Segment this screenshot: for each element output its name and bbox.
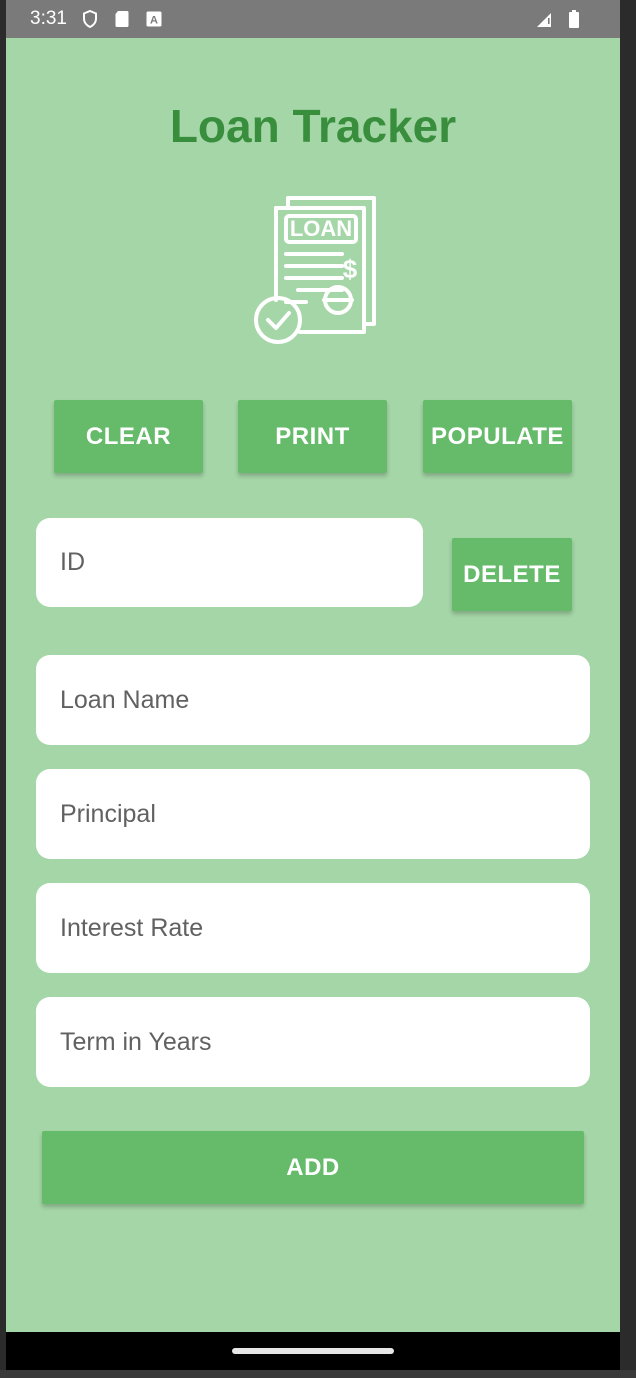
populate-button[interactable]: POPULATE — [423, 400, 572, 473]
logo-text: LOAN — [290, 216, 352, 241]
clear-button[interactable]: CLEAR — [54, 400, 203, 473]
app-screen: Loan Tracker LOAN $ CLEAR PRINT POPULATE… — [6, 38, 620, 1332]
add-button[interactable]: ADD — [42, 1131, 584, 1204]
shield-icon — [83, 9, 97, 29]
navigation-bar — [6, 1332, 620, 1370]
id-placeholder: ID — [60, 548, 85, 576]
loan-document-icon: LOAN $ — [254, 196, 376, 344]
term-placeholder: Term in Years — [60, 1027, 212, 1056]
status-time: 3:31 — [30, 8, 67, 29]
loan-name-field[interactable]: Loan Name — [36, 655, 590, 745]
id-field[interactable]: ID — [36, 518, 423, 607]
battery-icon — [569, 10, 579, 28]
interest-rate-field[interactable]: Interest Rate — [36, 883, 590, 973]
keyboard-a-icon: A — [146, 11, 162, 27]
svg-text:A: A — [150, 15, 158, 27]
delete-button[interactable]: DELETE — [452, 538, 572, 611]
home-gesture-handle[interactable] — [232, 1348, 394, 1354]
signal-icon — [537, 13, 551, 27]
principal-placeholder: Principal — [60, 799, 156, 828]
device-frame: 3:31 A Loan Tracker LOAN $ CLEAR PRINT P… — [0, 0, 636, 1378]
logo-dollar-sign: $ — [343, 254, 358, 284]
print-button[interactable]: PRINT — [238, 400, 387, 473]
status-bar: 3:31 A — [6, 0, 620, 38]
loan-name-placeholder: Loan Name — [60, 685, 190, 714]
interest-rate-placeholder: Interest Rate — [60, 913, 204, 942]
term-in-years-field[interactable]: Term in Years — [36, 997, 590, 1087]
page-title: Loan Tracker — [169, 100, 457, 152]
principal-field[interactable]: Principal — [36, 769, 590, 859]
bottom-frame-edge — [0, 1370, 636, 1378]
sd-card-icon — [115, 11, 129, 27]
